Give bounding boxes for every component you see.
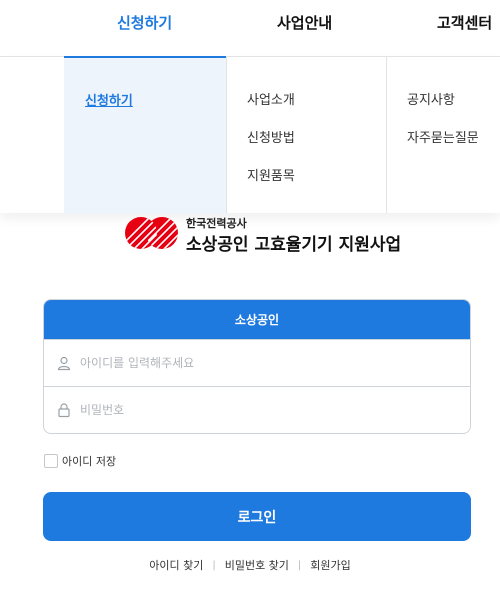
- logo-company-name: 한국전력공사: [186, 217, 247, 230]
- login-tab-small-business[interactable]: 소상공인: [44, 300, 470, 339]
- link-separator: |: [212, 559, 216, 571]
- mega-column-customer: 공지사항 자주묻는질문: [386, 57, 500, 213]
- id-input[interactable]: [80, 340, 450, 386]
- menu-item-how-to-apply[interactable]: 신청방법: [247, 127, 295, 146]
- mega-column-apply: 신청하기: [64, 56, 226, 214]
- tab-customer-center[interactable]: 고객센터: [437, 12, 492, 33]
- tab-business-info[interactable]: 사업안내: [277, 12, 332, 33]
- password-input[interactable]: [80, 387, 450, 433]
- mega-menu: 신청하기 사업소개 신청방법 지원품목 공지사항 자주묻는질문: [0, 56, 500, 214]
- menu-item-notices[interactable]: 공지사항: [407, 89, 455, 108]
- find-password-link[interactable]: 비밀번호 찾기: [225, 557, 289, 573]
- logo-program-title: 소상공인 고효율기기 지원사업: [186, 235, 402, 255]
- kepco-logo: 한국전력공사 소상공인 고효율기기 지원사업: [124, 214, 404, 255]
- id-field-row: [44, 339, 470, 386]
- menu-item-faq[interactable]: 자주묻는질문: [407, 127, 479, 146]
- save-id-label: 아이디 저장: [62, 455, 117, 468]
- login-button[interactable]: 로그인: [43, 492, 471, 541]
- account-links: 아이디 찾기 | 비밀번호 찾기 | 회원가입: [0, 557, 500, 573]
- login-panel: 소상공인: [43, 299, 471, 434]
- top-navigation: 신청하기 사업안내 고객센터: [0, 0, 500, 56]
- link-separator: |: [297, 559, 302, 571]
- mega-column-business: 사업소개 신청방법 지원품목: [226, 57, 387, 213]
- tab-apply[interactable]: 신청하기: [117, 12, 172, 33]
- find-id-link[interactable]: 아이디 찾기: [149, 557, 203, 573]
- menu-item-apply[interactable]: 신청하기: [85, 90, 133, 109]
- kepco-emblem-icon: [125, 217, 178, 249]
- lock-icon: [58, 403, 70, 418]
- menu-item-business-intro[interactable]: 사업소개: [247, 89, 295, 108]
- signup-link[interactable]: 회원가입: [310, 557, 350, 573]
- save-id-checkbox-row[interactable]: 아이디 저장: [44, 453, 116, 469]
- menu-item-support-items[interactable]: 지원품목: [247, 165, 295, 184]
- save-id-checkbox[interactable]: [44, 454, 58, 468]
- user-icon: [57, 356, 71, 371]
- password-field-row: [44, 386, 470, 433]
